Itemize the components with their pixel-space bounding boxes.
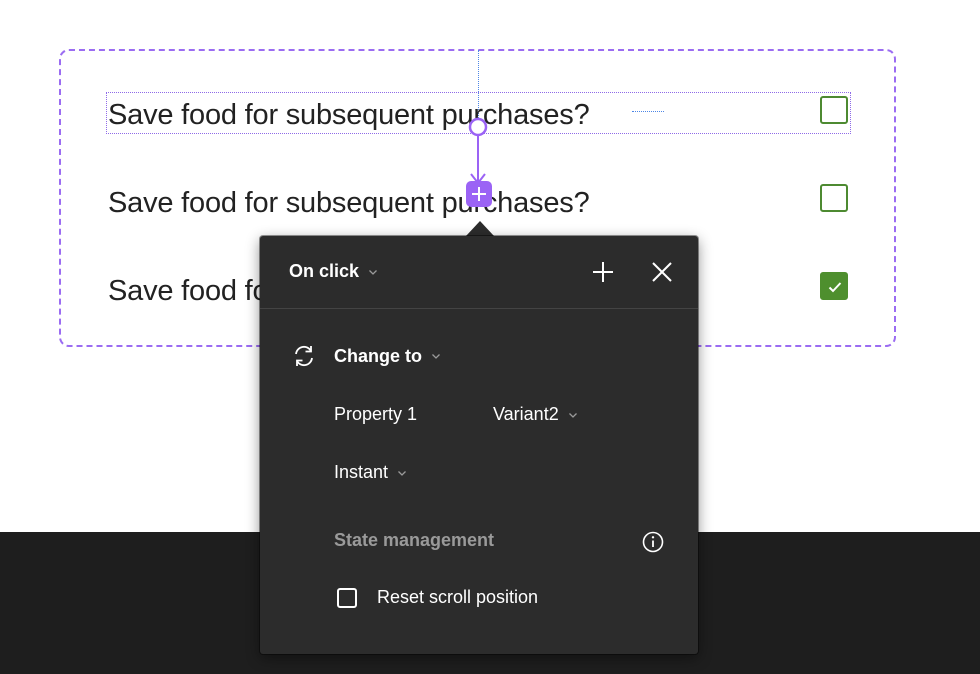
panel-pointer (466, 221, 494, 236)
chevron-down-icon (568, 412, 577, 418)
close-icon[interactable] (648, 258, 676, 286)
reset-scroll-label: Reset scroll position (377, 587, 539, 607)
variant-label: Save food for subsequent purchases? (108, 187, 590, 219)
info-icon[interactable] (641, 530, 665, 554)
variant-dropdown[interactable]: Variant2 (493, 404, 578, 425)
reset-scroll-option[interactable]: Reset scroll position (337, 587, 538, 608)
animation-value: Instant (334, 462, 389, 482)
check-icon (828, 282, 842, 293)
panel-header: On click (260, 236, 698, 309)
trigger-dropdown[interactable]: On click (289, 261, 378, 282)
action-label: Change to (334, 345, 422, 366)
trigger-label: On click (289, 261, 360, 281)
animation-dropdown[interactable]: Instant (334, 462, 407, 483)
variant-checkbox-checked[interactable] (820, 272, 848, 300)
property-name: Property 1 (334, 404, 418, 424)
chevron-down-icon (369, 269, 377, 275)
chevron-down-icon (398, 470, 407, 476)
add-interaction-plus-icon[interactable] (466, 181, 492, 207)
interaction-panel: On click Change to Property 1 Variant2 I… (260, 236, 698, 654)
swap-cycle-icon (295, 345, 313, 367)
reset-scroll-checkbox[interactable] (337, 587, 357, 608)
variant-checkbox-unchecked[interactable] (820, 96, 848, 124)
variant-checkbox-unchecked[interactable] (820, 184, 848, 212)
state-management-heading: State management (334, 530, 495, 550)
chevron-down-icon (432, 354, 440, 359)
variant-value: Variant2 (493, 404, 559, 424)
variant-label: Save food for subsequent purchases? (108, 99, 590, 131)
action-dropdown[interactable]: Change to (291, 343, 441, 369)
connection-handle-icon (468, 117, 488, 137)
plus-icon[interactable] (589, 258, 617, 286)
